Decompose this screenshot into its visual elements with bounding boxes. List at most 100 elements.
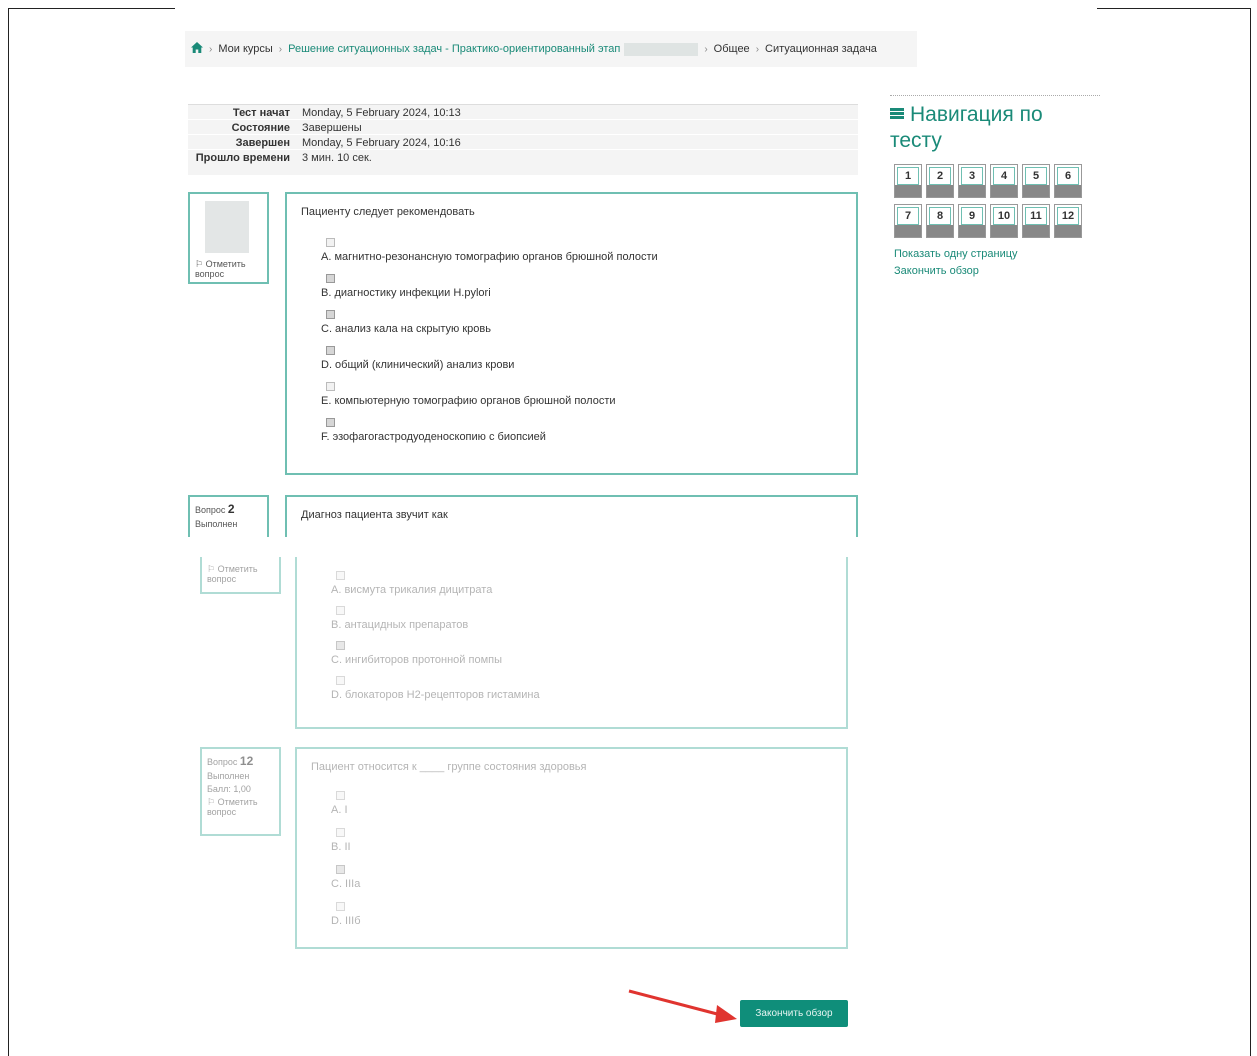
- question-text: Пациенту следует рекомендовать: [301, 206, 475, 218]
- answer-checkbox[interactable]: [336, 641, 345, 650]
- menu-icon: [890, 108, 904, 119]
- breadcrumb: › Мои курсы › Решение ситуационных задач…: [185, 31, 917, 67]
- answer-label: A. I: [331, 804, 348, 816]
- answer-checkbox[interactable]: [336, 902, 345, 911]
- flag-question-link[interactable]: ⚐ Отметить вопрос: [207, 797, 274, 817]
- summary-label: Состояние: [231, 122, 290, 134]
- frame-line: [1250, 8, 1251, 1056]
- flag-question-link[interactable]: ⚐ Отметить вопрос: [207, 564, 274, 584]
- answer-label: D. общий (клинический) анализ крови: [321, 359, 515, 371]
- answer-option[interactable]: B. диагностику инфекции H.pylori: [321, 274, 842, 299]
- breadcrumb-my-courses[interactable]: Мои курсы: [218, 43, 272, 55]
- answer-option[interactable]: D. IIIб: [331, 902, 832, 927]
- question-content-2: Диагноз пациента звучит как: [285, 495, 858, 537]
- question-nav-button[interactable]: 12: [1054, 204, 1082, 238]
- answer-checkbox[interactable]: [336, 791, 345, 800]
- summary-row: Прошло времени 3 мин. 10 сек.: [188, 150, 858, 176]
- answer-label: A. магнитно-резонансную томографию орган…: [321, 251, 658, 263]
- question-info-12: Вопрос 12 Выполнен Балл: 1,00 ⚐ Отметить…: [200, 747, 281, 836]
- question-state: Выполнен: [207, 771, 250, 781]
- answer-label: E. компьютерную томографию органов брюшн…: [321, 395, 616, 407]
- answer-checkbox[interactable]: [326, 238, 335, 247]
- summary-value: Завершены: [302, 122, 362, 134]
- answer-checkbox[interactable]: [326, 346, 335, 355]
- answer-option[interactable]: C. IIIa: [331, 865, 832, 890]
- home-icon[interactable]: [191, 42, 203, 56]
- answer-option[interactable]: A. висмута трикалия дицитрата: [331, 571, 832, 596]
- frame-line: [8, 8, 175, 9]
- breadcrumb-section[interactable]: Общее: [714, 43, 750, 55]
- nav-title-text: Навигация по тесту: [890, 103, 1043, 152]
- answer-label: B. антацидных препаратов: [331, 619, 469, 631]
- attempt-summary-table: Тест начат Monday, 5 February 2024, 10:1…: [188, 104, 858, 176]
- question-info-2: Вопрос 2 Выполнен: [188, 495, 269, 537]
- red-arrow-icon: [628, 989, 737, 1023]
- question-nav-button[interactable]: 10: [990, 204, 1018, 238]
- show-one-page-link[interactable]: Показать одну страницу: [894, 248, 1100, 260]
- question-number: 2: [227, 502, 235, 516]
- answer-option[interactable]: A. I: [331, 791, 832, 816]
- answer-option[interactable]: E. компьютерную томографию органов брюшн…: [321, 382, 842, 407]
- question-nav-button[interactable]: 9: [958, 204, 986, 238]
- summary-value: Monday, 5 February 2024, 10:13: [302, 107, 461, 119]
- answer-option[interactable]: D. общий (клинический) анализ крови: [321, 346, 842, 371]
- answer-checkbox[interactable]: [336, 676, 345, 685]
- question-text: Пациент относится к ____ группе состояни…: [311, 761, 587, 773]
- answer-checkbox[interactable]: [326, 274, 335, 283]
- flag-question-link[interactable]: ⚐ Отметить вопрос: [195, 259, 262, 279]
- answer-checkbox[interactable]: [326, 310, 335, 319]
- finish-review-button[interactable]: Закончить обзор: [740, 1000, 848, 1027]
- answer-option[interactable]: D. блокаторов H2-рецепторов гистамина: [331, 676, 832, 701]
- answer-label: C. ингибиторов протонной помпы: [331, 654, 502, 666]
- question-nav-grid: 1 2 3 4 5 6 7 8 9 10 11 12: [894, 164, 1100, 238]
- answer-label: C. IIIa: [331, 878, 361, 890]
- summary-row: Состояние Завершены: [188, 120, 858, 135]
- breadcrumb-course[interactable]: Решение ситуационных задач - Практико-ор…: [288, 43, 620, 55]
- chevron-right-icon: ›: [209, 43, 213, 55]
- question-prefix: Вопрос: [207, 757, 238, 767]
- question-nav-button[interactable]: 2: [926, 164, 954, 198]
- redacted-block: [205, 201, 249, 253]
- question-content-12: Пациент относится к ____ группе состояни…: [295, 747, 848, 949]
- answer-option[interactable]: C. ингибиторов протонной помпы: [331, 641, 832, 666]
- answer-label: A. висмута трикалия дицитрата: [331, 584, 493, 596]
- question-nav-button[interactable]: 6: [1054, 164, 1082, 198]
- chevron-right-icon: ›: [704, 43, 708, 55]
- question-nav-button[interactable]: 1: [894, 164, 922, 198]
- summary-value: 3 мин. 10 сек.: [302, 152, 372, 164]
- summary-label: Завершен: [235, 137, 290, 149]
- summary-row: Тест начат Monday, 5 February 2024, 10:1…: [188, 105, 858, 120]
- question-nav-button[interactable]: 3: [958, 164, 986, 198]
- answer-checkbox[interactable]: [336, 865, 345, 874]
- answer-checkbox[interactable]: [336, 828, 345, 837]
- finish-review-link[interactable]: Закончить обзор: [894, 265, 1100, 277]
- chevron-right-icon: ›: [278, 43, 283, 55]
- answer-option[interactable]: B. антацидных препаратов: [331, 606, 832, 631]
- answer-label: D. IIIб: [331, 915, 361, 927]
- redacted-block: [624, 42, 699, 56]
- answer-checkbox[interactable]: [336, 571, 345, 580]
- answer-label: B. диагностику инфекции H.pylori: [321, 287, 491, 299]
- answer-checkbox[interactable]: [326, 382, 335, 391]
- summary-value: Monday, 5 February 2024, 10:16: [302, 137, 461, 149]
- answer-option[interactable]: B. II: [331, 828, 832, 853]
- question-nav-button[interactable]: 4: [990, 164, 1018, 198]
- question-nav-button[interactable]: 8: [926, 204, 954, 238]
- question-score: Балл: 1,00: [207, 784, 251, 794]
- answer-checkbox[interactable]: [336, 606, 345, 615]
- answer-option[interactable]: F. эзофагогастродуоденоскопию с биопсией: [321, 418, 842, 443]
- answer-checkbox[interactable]: [326, 418, 335, 427]
- breadcrumb-current[interactable]: Ситуационная задача: [765, 43, 877, 55]
- summary-label: Прошло времени: [195, 152, 290, 164]
- question-nav-button[interactable]: 11: [1022, 204, 1050, 238]
- answer-label: C. анализ кала на скрытую кровь: [321, 323, 491, 335]
- question-nav-button[interactable]: 7: [894, 204, 922, 238]
- question-info-1: ⚐ Отметить вопрос: [188, 192, 269, 284]
- answer-option[interactable]: A. магнитно-резонансную томографию орган…: [321, 238, 842, 263]
- question-nav-button[interactable]: 5: [1022, 164, 1050, 198]
- chevron-right-icon: ›: [755, 43, 760, 55]
- quiz-navigation: Навигация по тесту 1 2 3 4 5 6 7 8 9 10 …: [890, 95, 1100, 277]
- answer-option[interactable]: C. анализ кала на скрытую кровь: [321, 310, 842, 335]
- question-prefix: Вопрос: [195, 505, 226, 515]
- question-text: Диагноз пациента звучит как: [301, 509, 448, 521]
